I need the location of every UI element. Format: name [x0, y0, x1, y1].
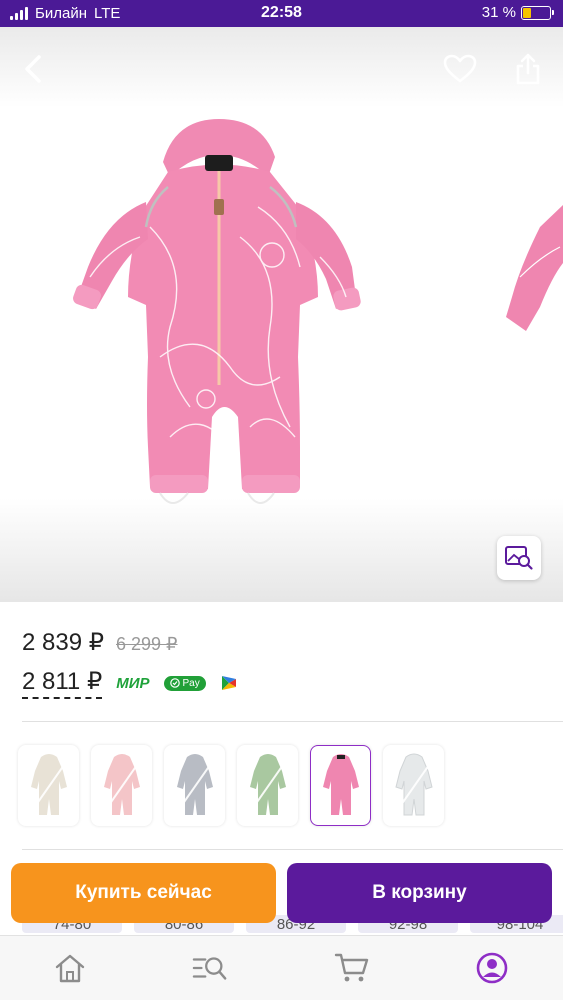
nav-home[interactable]: [52, 950, 88, 986]
catalog-search-icon: [192, 957, 227, 980]
spay-label: Pay: [182, 677, 200, 689]
status-bar: Билайн LTE 22:58 31 %: [0, 0, 563, 27]
product-gallery[interactable]: [0, 27, 563, 602]
home-icon: [55, 954, 85, 983]
nav-profile[interactable]: [474, 950, 510, 986]
image-search-button[interactable]: [497, 536, 541, 580]
product-image: [73, 119, 563, 504]
variant-pink-selected[interactable]: [310, 745, 371, 826]
profile-icon: [476, 952, 508, 984]
divider: [22, 721, 563, 722]
snowsuit-illustration: [73, 119, 361, 504]
variant-grey[interactable]: [164, 745, 225, 826]
variant-beige[interactable]: [18, 745, 79, 826]
nav-cart[interactable]: [334, 950, 370, 986]
cart-icon: [334, 953, 369, 982]
color-variants: [18, 745, 444, 826]
old-price: 6 299 ₽: [116, 634, 178, 654]
card-price[interactable]: 2 811 ₽: [22, 667, 103, 699]
mir-logo: МИР: [116, 674, 150, 692]
add-to-cart-button[interactable]: В корзину: [287, 863, 552, 923]
payment-logo-icon: [221, 676, 236, 690]
current-price: 2 839 ₽: [22, 629, 104, 656]
check-icon: [169, 678, 180, 688]
clock: 22:58: [261, 4, 302, 21]
battery-percent: 31 %: [481, 4, 516, 21]
buy-now-button[interactable]: Купить сейчас: [11, 863, 276, 923]
sberpay-badge: Pay: [163, 675, 206, 691]
divider: [22, 849, 563, 850]
next-image-preview: [506, 205, 563, 331]
status-right: 31 %: [481, 4, 554, 21]
battery-icon: [521, 5, 554, 20]
image-search-icon: [505, 546, 533, 570]
variant-thumbnail: [322, 753, 359, 815]
variant-green[interactable]: [237, 745, 298, 826]
price-section: 2 839 ₽ 6 299 ₽ 2 811 ₽ МИР Pay: [22, 628, 542, 699]
variant-light-pink[interactable]: [91, 745, 152, 826]
nav-catalog[interactable]: [192, 950, 228, 986]
bottom-nav: [0, 935, 563, 1000]
variant-white[interactable]: [383, 745, 444, 826]
